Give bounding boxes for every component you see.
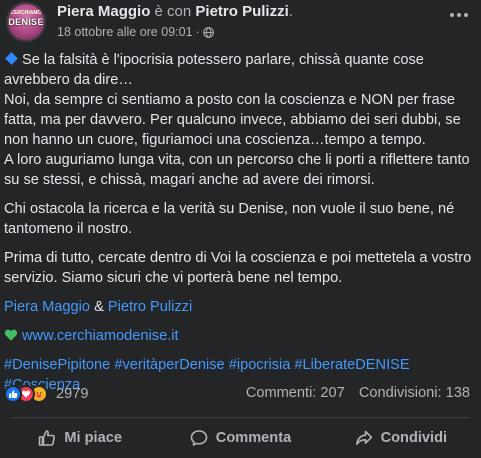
avatar[interactable]: CERCHIAMO DENISE [6, 2, 46, 42]
reaction-count: 2979 [56, 386, 89, 402]
paragraph-1: Se la falsità è l'ipocrisia potessero pa… [4, 50, 478, 190]
engagement-counts: Commenti: 207 Condivisioni: 138 [236, 385, 470, 401]
post-header: CERCHIAMO DENISE Piera Maggio è con Piet… [0, 0, 481, 48]
like-button[interactable]: Mi piace [0, 420, 160, 456]
comment-button[interactable]: Commenta [160, 420, 320, 456]
globe-icon [202, 26, 214, 38]
signature-amp: & [94, 299, 104, 315]
post-title: Piera Maggio è con Pietro Pulizzi. [57, 3, 293, 20]
thumbs-up-icon [39, 430, 56, 446]
title-period: . [288, 3, 293, 20]
avatar-ring [6, 2, 46, 42]
green-heart-icon [4, 329, 18, 341]
like-label: Mi piace [64, 430, 122, 446]
more-options-icon[interactable] [448, 10, 470, 20]
signature-link-2[interactable]: Pietro Pulizzi [108, 299, 192, 315]
tagged-name[interactable]: Pietro Pulizzi [195, 3, 288, 20]
comments-count[interactable]: Commenti: 207 [246, 385, 345, 401]
p1-line3: A loro auguriamo lunga vita, con un perc… [4, 152, 470, 188]
meta-dot: · [195, 25, 200, 39]
share-label: Condividi [380, 430, 448, 446]
paragraph-2: Chi ostacola la ricerca e la verità su D… [4, 201, 455, 237]
comment-label: Commenta [215, 430, 292, 446]
paragraph-3: Prima di tutto, cercate dentro di Voi la… [4, 250, 472, 286]
p1-line2: Noi, da sempre ci sentiamo a posto con l… [4, 92, 461, 148]
share-icon [355, 430, 372, 445]
blue-diamond-icon [5, 52, 18, 65]
divider [11, 417, 470, 418]
shares-count[interactable]: Condivisioni: 138 [359, 385, 470, 401]
post-timestamp[interactable]: 18 ottobre alle ore 09:01 [57, 25, 193, 39]
website-link[interactable]: www.cerchiamodenise.it [22, 328, 179, 344]
post-meta: 18 ottobre alle ore 09:01 · [57, 25, 214, 39]
post-body: Se la falsità è l'ipocrisia potessero pa… [4, 50, 478, 395]
website-line: www.cerchiamodenise.it [4, 326, 478, 346]
post-stats: 2979 Commenti: 207 Condivisioni: 138 [0, 383, 481, 405]
comment-icon [190, 430, 208, 446]
signature-link-1[interactable]: Piera Maggio [4, 299, 90, 315]
action-bar: Mi piace Commenta Condividi [0, 420, 481, 456]
like-reaction-icon [4, 385, 22, 403]
share-button[interactable]: Condividi [321, 420, 481, 456]
p1-line1: Se la falsità è l'ipocrisia potessero pa… [4, 52, 424, 88]
author-name[interactable]: Piera Maggio [57, 3, 150, 20]
facebook-post: CERCHIAMO DENISE Piera Maggio è con Piet… [0, 0, 481, 458]
with-text: è con [154, 3, 192, 20]
reactions-summary[interactable]: 2979 [4, 385, 88, 403]
signature: Piera Maggio & Pietro Pulizzi [4, 297, 478, 317]
hashtags-line1[interactable]: #DenisePipitone #veritàperDenise #ipocri… [4, 357, 410, 373]
